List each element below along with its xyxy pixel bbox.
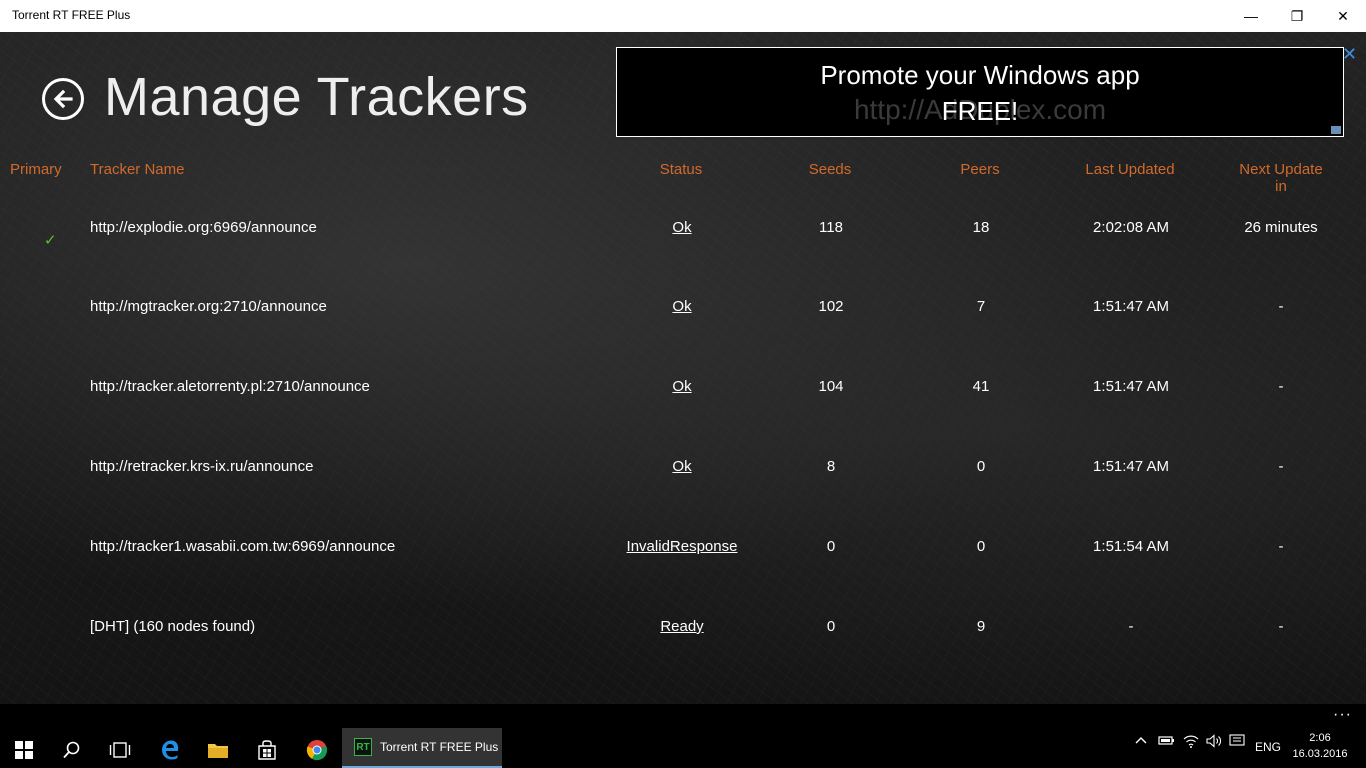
tracker-name: http://tracker.aletorrenty.pl:2710/annou…: [90, 378, 370, 395]
header-next-update: Next Update in: [1239, 161, 1323, 195]
app-content: Manage Trackers http://AdDuplex.com Prom…: [0, 32, 1366, 704]
next-update-value: 26 minutes: [1244, 219, 1318, 236]
primary-check-icon: ✓: [44, 232, 57, 249]
peers-value: 0: [976, 458, 986, 475]
tracker-name: http://tracker1.wasabii.com.tw:6969/anno…: [90, 538, 396, 555]
next-update-value: -: [1278, 378, 1284, 395]
volume-icon[interactable]: [1206, 734, 1222, 751]
taskbar-app-label: Torrent RT FREE Plus: [380, 740, 499, 754]
tracker-name: http://explodie.org:6969/announce: [90, 219, 317, 236]
window-title: Torrent RT FREE Plus: [12, 8, 131, 22]
ad-line-1: Promote your Windows app: [820, 60, 1140, 90]
search-icon[interactable]: [48, 732, 96, 768]
last-updated-value: 1:51:54 AM: [1093, 538, 1169, 555]
last-updated-value: 1:51:47 AM: [1093, 378, 1169, 395]
chrome-icon[interactable]: [293, 732, 341, 768]
task-view-icon[interactable]: [96, 732, 144, 768]
maximize-button[interactable]: ❐: [1274, 0, 1320, 32]
page-title: Manage Trackers: [104, 67, 529, 127]
wifi-icon[interactable]: [1183, 734, 1199, 751]
file-explorer-icon[interactable]: [194, 732, 242, 768]
peers-value: 0: [976, 538, 986, 555]
status-link[interactable]: Ready: [660, 618, 703, 635]
header-tracker-name: Tracker Name: [90, 161, 185, 178]
status-link[interactable]: Ok: [672, 219, 691, 236]
minimize-button[interactable]: —: [1228, 0, 1274, 32]
last-updated-value: 1:51:47 AM: [1093, 458, 1169, 475]
ad-banner[interactable]: http://AdDuplex.com Promote your Windows…: [616, 47, 1344, 137]
edge-icon[interactable]: [146, 732, 194, 768]
tracker-name: http://mgtracker.org:2710/announce: [90, 298, 327, 315]
tracker-name: http://retracker.krs-ix.ru/announce: [90, 458, 314, 475]
peers-value: 41: [972, 378, 990, 395]
last-updated-value: 1:51:47 AM: [1093, 298, 1169, 315]
clock-time: 2:06: [1309, 732, 1331, 744]
close-icon: ✕: [1337, 7, 1349, 24]
show-hidden-icons-chevron-up-icon[interactable]: [1134, 734, 1148, 749]
last-updated-value: 2:02:08 AM: [1093, 219, 1169, 236]
status-link[interactable]: InvalidResponse: [627, 538, 738, 555]
seeds-value: 0: [826, 538, 836, 555]
seeds-value: 104: [818, 378, 844, 395]
restore-icon: ❐: [1290, 7, 1304, 24]
action-center-icon[interactable]: [1229, 734, 1245, 751]
peers-value: 7: [976, 298, 986, 315]
peers-value: 9: [976, 618, 986, 635]
taskbar-app-torrent-rt[interactable]: RT Torrent RT FREE Plus: [342, 728, 502, 768]
ad-line-2: FREE!: [941, 96, 1019, 126]
store-icon[interactable]: [243, 732, 291, 768]
adchoices-icon[interactable]: [1331, 126, 1341, 134]
next-update-value: -: [1278, 538, 1284, 555]
header-primary: Primary: [10, 161, 62, 178]
seeds-value: 0: [826, 618, 836, 635]
windows-start-icon[interactable]: [0, 732, 48, 768]
seeds-value: 8: [826, 458, 836, 475]
status-link[interactable]: Ok: [672, 458, 691, 475]
power-battery-icon[interactable]: [1157, 734, 1175, 749]
minimize-icon: —: [1244, 8, 1258, 24]
taskbar: ··· RT Torrent RT FREE Plus ENG 2:06 16.…: [0, 704, 1366, 768]
last-updated-value: -: [1128, 618, 1134, 635]
torrent-rt-app-icon: RT: [354, 738, 372, 756]
title-bar: Torrent RT FREE Plus — ❐ ✕: [0, 0, 1366, 32]
header-last-updated: Last Updated: [1085, 161, 1175, 178]
clock-date: 16.03.2016: [1292, 748, 1348, 760]
header-status: Status: [659, 161, 703, 178]
next-update-value: -: [1278, 458, 1284, 475]
tracker-name: [DHT] (160 nodes found): [90, 618, 256, 635]
status-link[interactable]: Ok: [672, 378, 691, 395]
seeds-value: 102: [818, 298, 844, 315]
back-arrow-icon: [53, 89, 73, 109]
header-peers: Peers: [960, 161, 1000, 178]
next-update-value: -: [1278, 298, 1284, 315]
back-button[interactable]: [42, 78, 84, 120]
peers-value: 18: [972, 219, 990, 236]
status-link[interactable]: Ok: [672, 298, 691, 315]
header-seeds: Seeds: [808, 161, 852, 178]
ad-close-icon[interactable]: ✕: [1342, 44, 1357, 65]
app-bar-more-icon[interactable]: ···: [1333, 706, 1352, 724]
close-button[interactable]: ✕: [1320, 0, 1366, 32]
input-language[interactable]: ENG: [1255, 740, 1281, 754]
next-update-value: -: [1278, 618, 1284, 635]
clock[interactable]: 2:06 16.03.2016: [1290, 730, 1350, 762]
seeds-value: 118: [819, 219, 843, 236]
